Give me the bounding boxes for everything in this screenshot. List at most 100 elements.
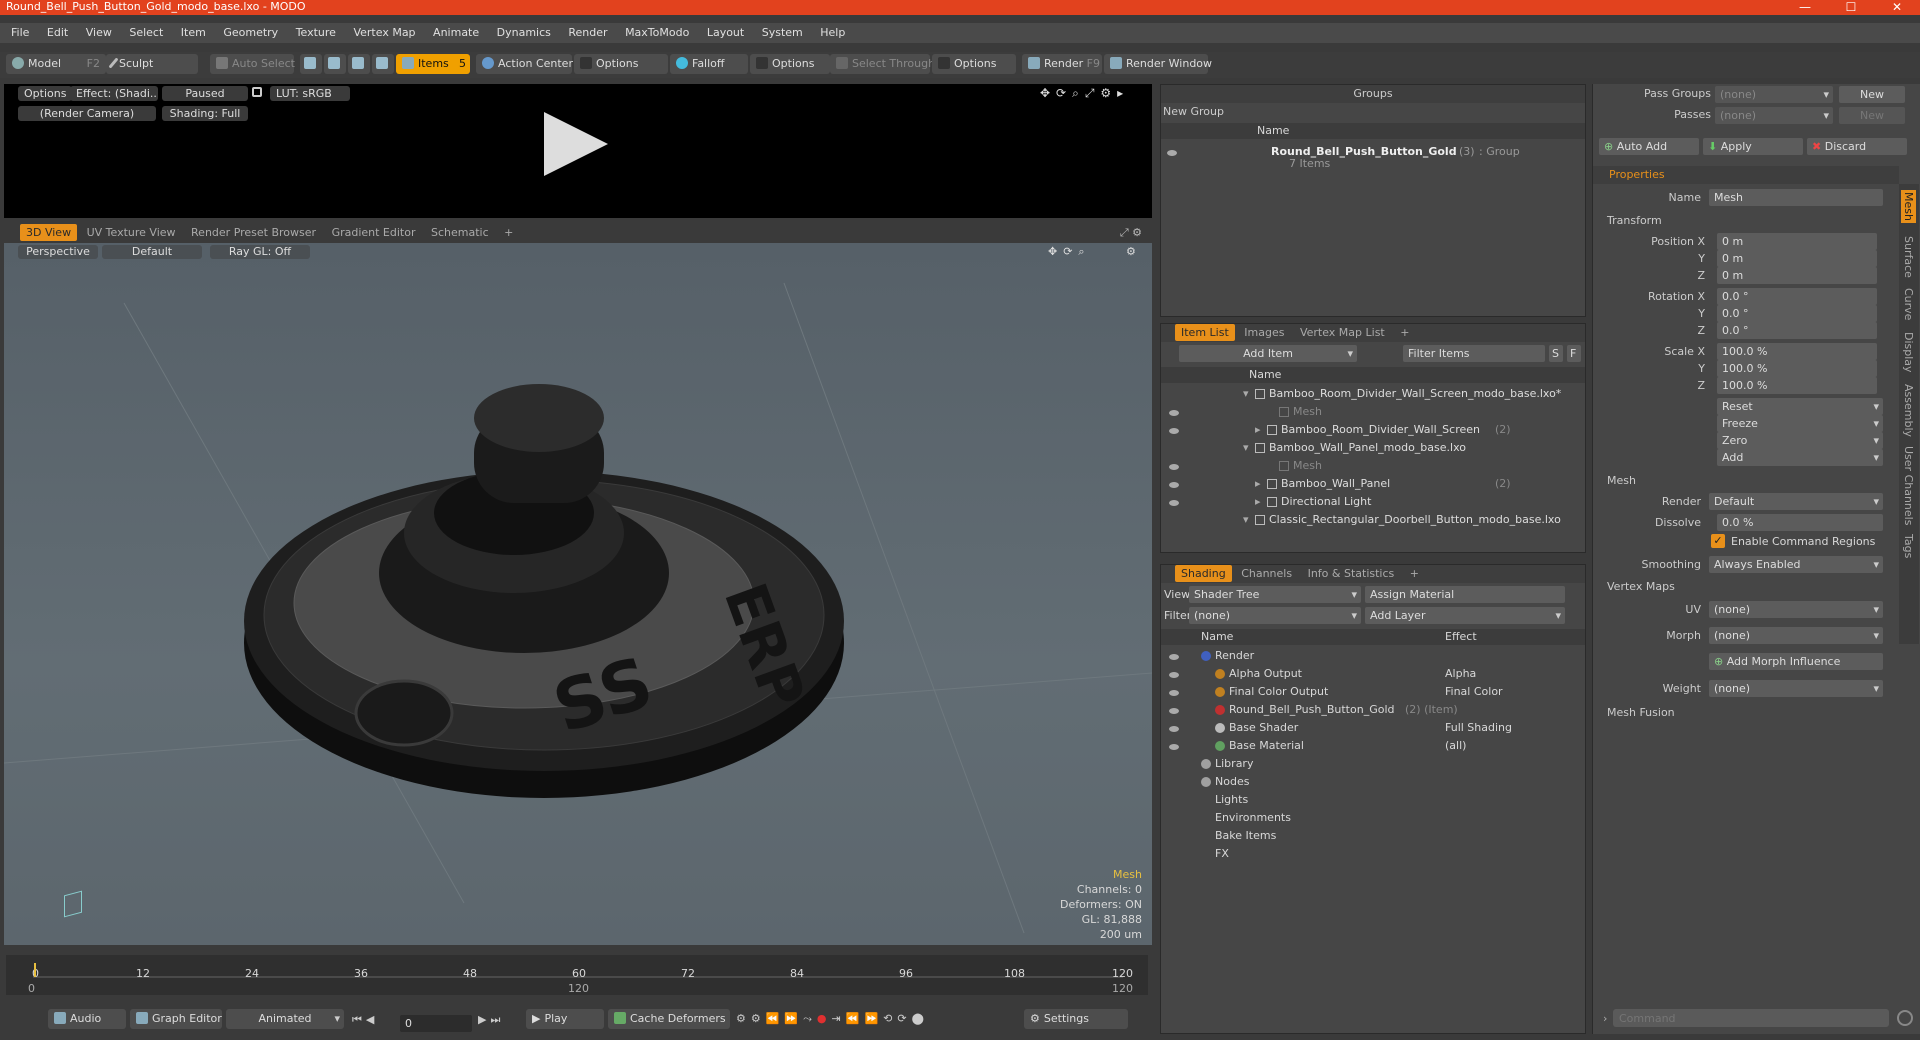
- uv-dropdown[interactable]: (none): [1709, 601, 1883, 618]
- filter-dropdown[interactable]: (none): [1189, 607, 1361, 624]
- graph-editor-button[interactable]: Graph Editor: [130, 1009, 222, 1029]
- item-list-row[interactable]: Mesh: [1161, 457, 1585, 475]
- expand-arrow-icon[interactable]: ▾: [1243, 385, 1249, 403]
- filter-s-button[interactable]: S: [1549, 345, 1563, 362]
- eye-icon[interactable]: [1169, 744, 1179, 750]
- mesh-fusion-section[interactable]: Mesh Fusion: [1607, 706, 1675, 719]
- side-tab-mesh[interactable]: Mesh: [1901, 190, 1916, 223]
- material-mode-button[interactable]: [372, 54, 394, 74]
- tab-gradient-editor[interactable]: Gradient Editor: [326, 224, 422, 241]
- falloff-button[interactable]: Falloff: [670, 54, 748, 74]
- preview-paused[interactable]: Paused: [162, 86, 248, 101]
- command-input[interactable]: [1613, 1009, 1889, 1027]
- rotation-z-input[interactable]: 0.0 °: [1717, 322, 1877, 339]
- menu-geometry[interactable]: Geometry: [216, 23, 285, 43]
- add-tab-button[interactable]: +: [1404, 565, 1425, 582]
- item-list-row[interactable]: ▾ Classic_Rectangular_Doorbell_Button_mod…: [1161, 511, 1585, 529]
- command-history-icon[interactable]: [1897, 1010, 1913, 1026]
- preview-lut[interactable]: LUT: sRGB: [270, 86, 350, 101]
- preview-camera[interactable]: (Render Camera): [18, 106, 156, 121]
- weight-dropdown[interactable]: (none): [1709, 680, 1883, 697]
- eye-icon[interactable]: [1169, 500, 1179, 506]
- new-group-button[interactable]: New Group: [1163, 105, 1224, 118]
- filter-f-button[interactable]: F: [1567, 345, 1581, 362]
- filter-items-input[interactable]: Filter Items: [1403, 345, 1545, 362]
- shader-tree-row[interactable]: Bake Items: [1161, 827, 1585, 845]
- menu-vertex-map[interactable]: Vertex Map: [346, 23, 422, 43]
- name-input[interactable]: Mesh: [1709, 189, 1883, 206]
- current-frame-input[interactable]: 0: [400, 1015, 472, 1032]
- transport-prev-icons[interactable]: ⏮◀: [352, 1013, 378, 1027]
- menu-edit[interactable]: Edit: [40, 23, 75, 43]
- position-y-input[interactable]: 0 m: [1717, 250, 1877, 267]
- passes-new[interactable]: New: [1839, 107, 1905, 124]
- action-center-options[interactable]: Options: [574, 54, 668, 74]
- falloff-options[interactable]: Options: [750, 54, 830, 74]
- add-tab-button[interactable]: +: [1394, 324, 1415, 341]
- timeline-ruler[interactable]: 0 12 24 36 48 60 72 84 96 108 120 0 120 …: [6, 955, 1148, 995]
- eye-icon[interactable]: [1169, 672, 1179, 678]
- menu-view[interactable]: View: [79, 23, 119, 43]
- items-mode-button[interactable]: Items 5: [396, 54, 470, 74]
- item-list-row[interactable]: ▾ Bamboo_Wall_Panel_modo_base.lxo: [1161, 439, 1585, 457]
- pass-groups-dropdown[interactable]: (none): [1715, 86, 1833, 103]
- vertex-mode-button[interactable]: [300, 54, 322, 74]
- close-button[interactable]: ✕: [1874, 0, 1920, 15]
- layer-effect[interactable]: Final Color: [1445, 683, 1503, 701]
- eye-icon[interactable]: [1169, 410, 1179, 416]
- add-morph-influence-button[interactable]: ⊕ Add Morph Influence: [1709, 653, 1883, 670]
- eye-icon[interactable]: [1169, 482, 1179, 488]
- shader-tree-row[interactable]: Nodes: [1161, 773, 1585, 791]
- menu-texture[interactable]: Texture: [289, 23, 343, 43]
- side-tab-user-channels[interactable]: User Channels: [1902, 446, 1915, 525]
- rotation-y-input[interactable]: 0.0 °: [1717, 305, 1877, 322]
- lock-icon[interactable]: [252, 87, 262, 97]
- tab-3d-view[interactable]: 3D View: [20, 224, 78, 241]
- play-button[interactable]: ▶ Play: [526, 1009, 604, 1029]
- enable-command-regions-checkbox[interactable]: ✓: [1711, 534, 1725, 548]
- add-layer-dropdown[interactable]: Add Layer: [1365, 607, 1565, 624]
- menu-file[interactable]: File: [4, 23, 36, 43]
- transport-next-icons[interactable]: ▶⏭: [478, 1013, 504, 1027]
- expand-arrow-icon[interactable]: ▸: [1255, 493, 1261, 511]
- minimize-button[interactable]: —: [1782, 0, 1828, 15]
- eye-icon[interactable]: [1169, 690, 1179, 696]
- side-tab-surface[interactable]: Surface: [1902, 236, 1915, 278]
- play-icon[interactable]: [544, 112, 608, 176]
- position-z-input[interactable]: 0 m: [1717, 267, 1877, 284]
- smoothing-dropdown[interactable]: Always Enabled: [1709, 556, 1883, 573]
- tab-images[interactable]: Images: [1238, 324, 1290, 341]
- tab-item-list[interactable]: Item List: [1175, 324, 1235, 341]
- group-row[interactable]: Round_Bell_Push_Button_Gold (3) : Group: [1161, 143, 1585, 161]
- key-tools-icons[interactable]: ⚙⚙⏪⏩⤳●⇥⏪⏩⟲⟳⬤: [736, 1012, 929, 1026]
- tab-uv-texture-view[interactable]: UV Texture View: [81, 224, 182, 241]
- tab-vertex-map-list[interactable]: Vertex Map List: [1294, 324, 1391, 341]
- action-center-button[interactable]: Action Center: [476, 54, 573, 74]
- 3d-viewport[interactable]: Perspective Default Ray GL: Off ✥⟳⌕ ⚙ SS…: [4, 243, 1152, 945]
- preview-effect[interactable]: Effect: (Shadi...: [70, 86, 158, 101]
- scale-z-input[interactable]: 100.0 %: [1717, 377, 1877, 394]
- eye-icon[interactable]: [1167, 150, 1177, 156]
- add-item-dropdown[interactable]: Add Item: [1179, 345, 1357, 362]
- tab-properties[interactable]: Properties: [1603, 166, 1671, 183]
- side-tab-curve[interactable]: Curve: [1902, 288, 1915, 320]
- pass-groups-new[interactable]: New: [1839, 86, 1905, 103]
- model-button[interactable]: Model F2: [6, 54, 106, 74]
- select-options[interactable]: Options: [932, 54, 1016, 74]
- eye-icon[interactable]: [1169, 726, 1179, 732]
- side-tab-tags[interactable]: Tags: [1902, 534, 1915, 558]
- zero-dropdown[interactable]: Zero: [1717, 432, 1883, 449]
- freeze-dropdown[interactable]: Freeze: [1717, 415, 1883, 432]
- cache-deformers-button[interactable]: Cache Deformers: [608, 1009, 730, 1029]
- render-preview[interactable]: Options Effect: (Shadi... Paused LUT: sR…: [4, 84, 1152, 218]
- menu-system[interactable]: System: [755, 23, 810, 43]
- tab-channels[interactable]: Channels: [1235, 565, 1298, 582]
- tab-shading[interactable]: Shading: [1175, 565, 1232, 582]
- expand-arrow-icon[interactable]: ▸: [1255, 475, 1261, 493]
- tab-schematic[interactable]: Schematic: [425, 224, 495, 241]
- expand-arrow-icon[interactable]: ▾: [1243, 511, 1249, 529]
- shader-tree-row[interactable]: FX: [1161, 845, 1585, 863]
- mesh-section[interactable]: Mesh: [1607, 474, 1636, 487]
- expand-arrow-icon[interactable]: ▸: [1255, 421, 1261, 439]
- sculpt-button[interactable]: Sculpt: [106, 54, 198, 74]
